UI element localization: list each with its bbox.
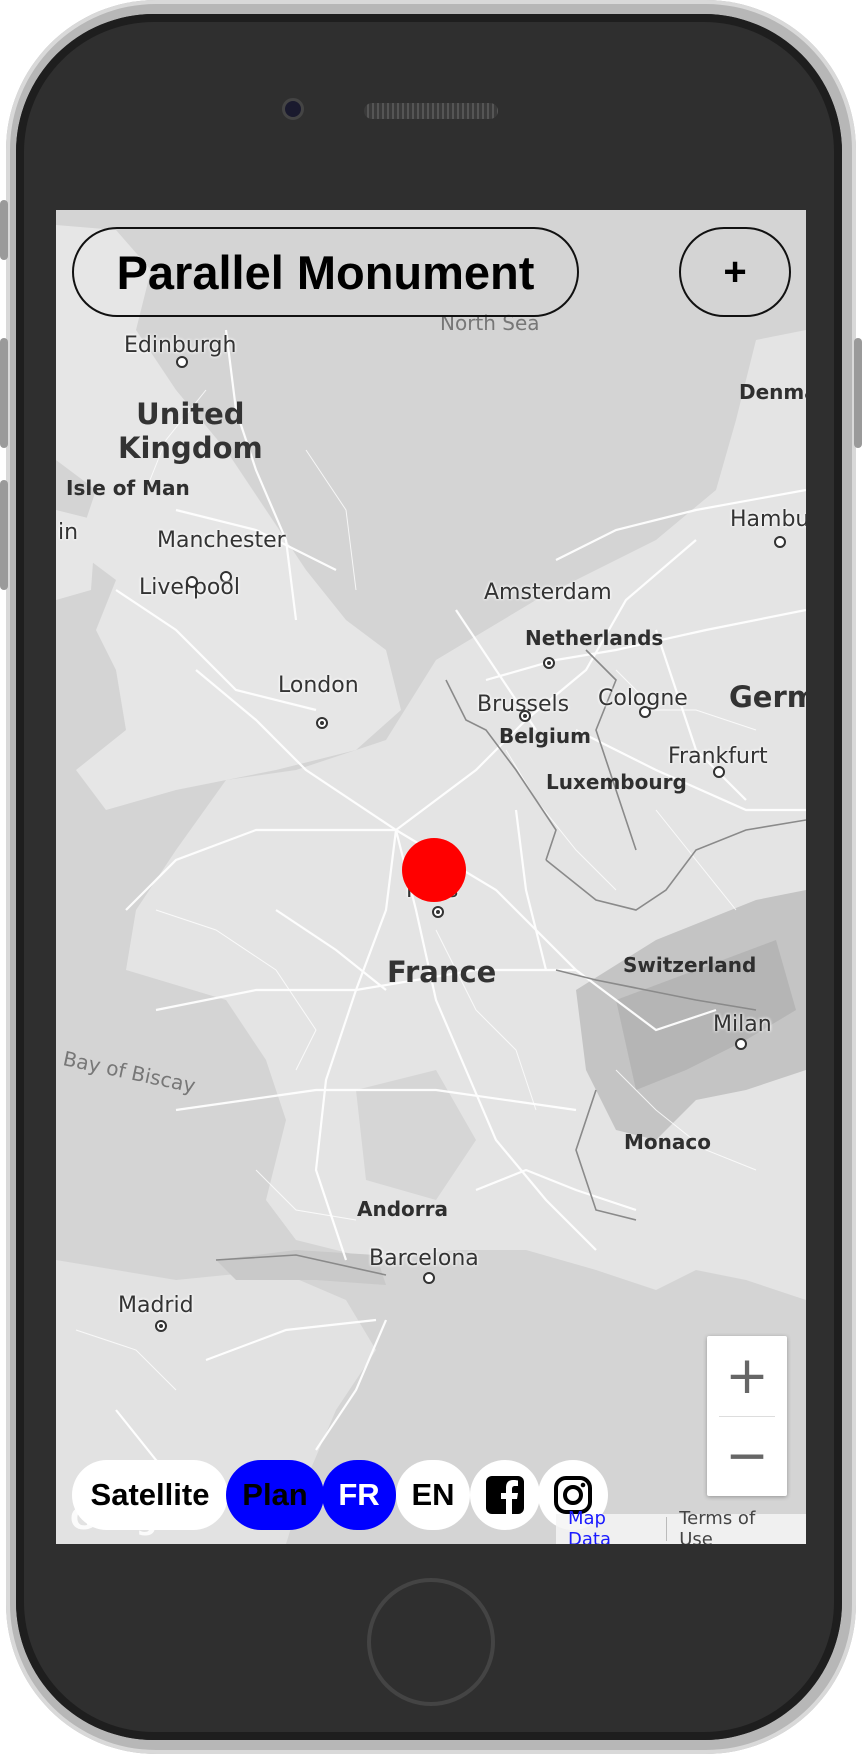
brussels-dot	[519, 710, 531, 722]
lang-en-button[interactable]: EN	[396, 1460, 470, 1530]
madrid-dot	[155, 1320, 167, 1332]
manchester-label: Manchester	[157, 528, 286, 553]
zoom-out-button[interactable]: −	[707, 1416, 787, 1496]
earpiece-speaker	[364, 103, 498, 119]
amsterdam-label: Amsterdam	[484, 580, 612, 605]
paris-dot	[432, 906, 444, 918]
volume-up-button	[0, 338, 8, 448]
barcelona-label: Barcelona	[369, 1246, 479, 1271]
facebook-button[interactable]	[470, 1460, 540, 1530]
front-camera	[282, 98, 304, 120]
mute-switch	[0, 200, 8, 260]
united-kingdom-label: United Kingdom	[118, 397, 263, 465]
luxembourg-label: Luxembourg	[546, 770, 687, 794]
barcelona-dot	[423, 1272, 435, 1284]
facebook-icon	[486, 1476, 524, 1514]
liverpool-dot	[186, 576, 198, 588]
home-button[interactable]	[367, 1578, 495, 1706]
zoom-control: + −	[707, 1336, 787, 1496]
satellite-button[interactable]: Satellite	[72, 1460, 228, 1530]
app-title[interactable]: Parallel Monument	[72, 227, 579, 317]
andorra-label: Andorra	[357, 1197, 448, 1221]
terms-of-use-link[interactable]: Terms of Use	[667, 1508, 806, 1544]
germany-label: Germ	[729, 680, 806, 714]
edinburgh-dot	[176, 356, 188, 368]
frankfurt-dot	[713, 766, 725, 778]
lang-fr-button[interactable]: FR	[322, 1460, 396, 1530]
volume-down-button	[0, 480, 8, 590]
edinburgh-label: Edinburgh	[124, 333, 237, 358]
milan-label: Milan	[713, 1012, 772, 1037]
plan-button[interactable]: Plan	[226, 1460, 324, 1530]
denmark-label: Denma	[739, 380, 806, 404]
dublin-label: in	[58, 520, 79, 545]
hamburg-label: Hambu	[730, 507, 806, 532]
switzerland-label: Switzerland	[623, 953, 757, 977]
screen: North Sea Bay of Biscay United Kingdom F…	[56, 210, 806, 1544]
amsterdam-dot	[543, 657, 555, 669]
monument-marker[interactable]	[402, 838, 466, 902]
monaco-label: Monaco	[624, 1130, 711, 1154]
belgium-label: Belgium	[499, 724, 591, 748]
london-label: London	[278, 673, 359, 698]
power-button	[854, 338, 862, 448]
map-data-link[interactable]: Map Data	[556, 1508, 666, 1544]
hamburg-dot	[774, 536, 786, 548]
map-attribution: Map Data Terms of Use	[556, 1508, 806, 1544]
london-dot	[316, 717, 328, 729]
cologne-dot	[639, 706, 651, 718]
netherlands-label: Netherlands	[525, 626, 664, 650]
france-label: France	[387, 955, 497, 989]
isle-of-man-label: Isle of Man	[66, 476, 190, 500]
add-button[interactable]: +	[679, 227, 791, 317]
zoom-in-button[interactable]: +	[707, 1336, 787, 1416]
milan-dot	[735, 1038, 747, 1050]
madrid-label: Madrid	[118, 1293, 194, 1318]
